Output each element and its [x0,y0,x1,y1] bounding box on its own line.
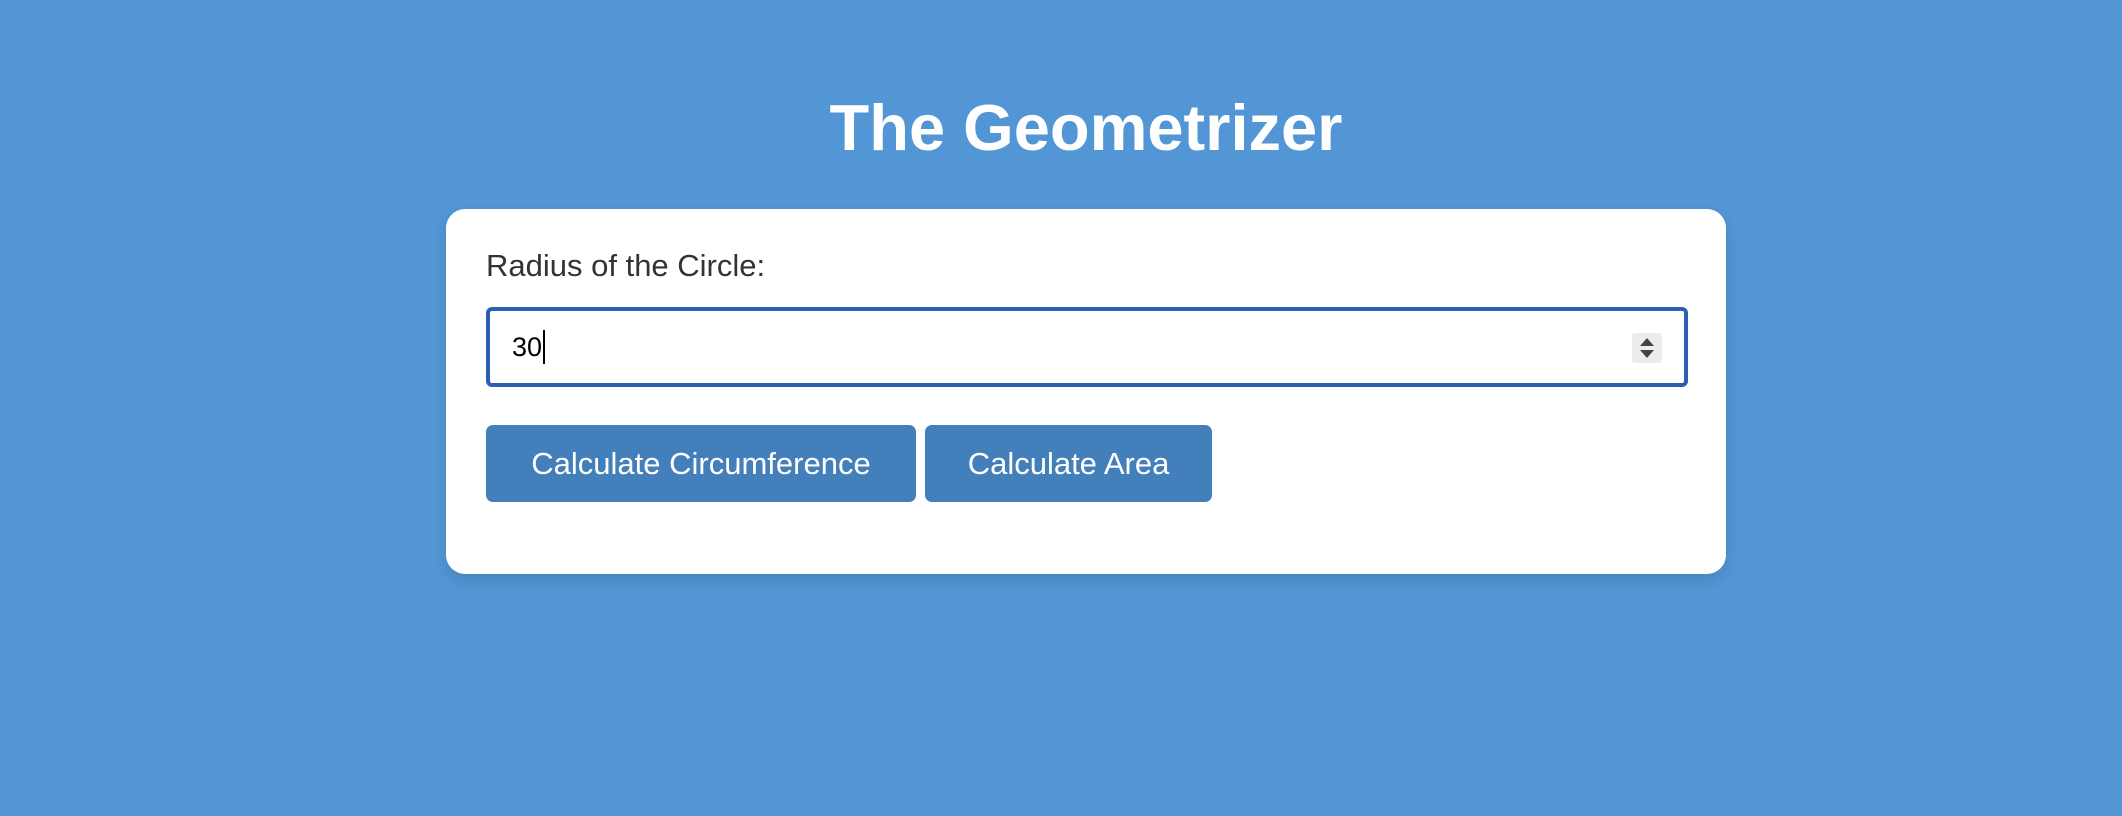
radius-label: Radius of the Circle: [486,248,766,283]
calculate-circumference-button[interactable]: Calculate Circumference [486,425,916,502]
text-caret [543,329,546,364]
number-stepper-icon[interactable] [1632,333,1662,363]
stepper-down-icon[interactable] [1640,350,1654,358]
radius-input[interactable]: 30 [486,307,1688,387]
calculator-card: Radius of the Circle: 30 Calculate Circu… [446,209,1726,574]
radius-input-value[interactable]: 30 [512,311,546,383]
calculate-area-button[interactable]: Calculate Area [925,425,1212,502]
stepper-up-icon[interactable] [1640,338,1654,346]
page-title: The Geometrizer [829,91,1343,164]
